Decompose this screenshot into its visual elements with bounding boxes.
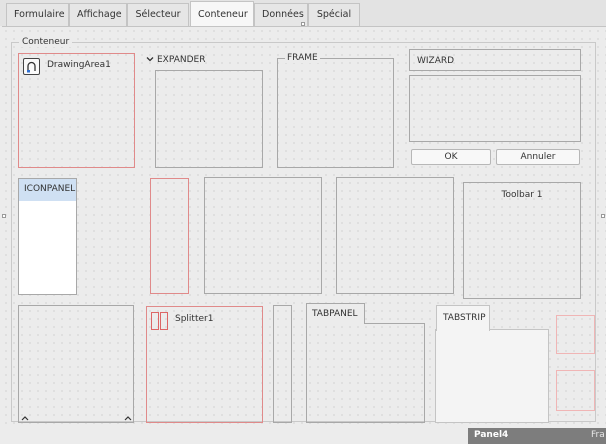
tab-formulaire[interactable]: Formulaire	[6, 3, 69, 26]
group-box-title: Conteneur	[19, 37, 73, 47]
wizard-header[interactable]: WIZARD	[409, 49, 581, 71]
selected-container[interactable]	[150, 178, 189, 294]
expander-label: EXPANDER	[157, 55, 206, 65]
splitter-icon-left	[151, 312, 159, 330]
resize-handle-right[interactable]	[601, 214, 605, 218]
tabpanel-label: TABPANEL	[312, 309, 358, 319]
tab-affichage[interactable]: Affichage	[69, 3, 127, 26]
panel-label: Panel4	[474, 430, 509, 440]
tabpanel-tab[interactable]: TABPANEL	[306, 303, 365, 324]
tab-conteneur[interactable]: Conteneur	[190, 1, 254, 27]
small-placeholder-bottom[interactable]	[556, 370, 595, 411]
splitter[interactable]: Splitter1	[146, 306, 263, 423]
drawing-area-icon	[23, 58, 40, 75]
toolbar-label: Toolbar 1	[501, 190, 543, 200]
ok-button[interactable]: OK	[411, 149, 491, 165]
drawing-area-label: DrawingArea1	[47, 60, 111, 70]
resize-handle-left[interactable]	[2, 214, 6, 218]
tab-special[interactable]: Spécial	[308, 3, 360, 26]
frame[interactable]	[277, 58, 394, 168]
tab-donnees[interactable]: Données	[254, 3, 308, 26]
cancel-button[interactable]: Annuler	[496, 149, 580, 165]
toolbar-container[interactable]: Toolbar 1	[463, 182, 581, 299]
expander-chevron-icon[interactable]	[146, 55, 154, 66]
panel-bar[interactable]: Panel4 Fra	[468, 428, 606, 444]
drawing-area[interactable]: DrawingArea1	[18, 53, 135, 168]
iconpanel-label: ICONPANEL	[24, 184, 76, 194]
panel-trailing-label: Fra	[591, 430, 605, 440]
panel-container[interactable]	[204, 177, 322, 294]
scroll-up-icon[interactable]	[124, 414, 132, 424]
splitter-label: Splitter1	[175, 314, 214, 324]
scrollbox[interactable]	[18, 305, 134, 423]
wizard-page[interactable]	[409, 75, 581, 142]
tabstrip-tab[interactable]: TABSTRIP	[436, 305, 490, 331]
tabstrip-label: TABSTRIP	[443, 313, 486, 323]
vertical-splitter-bar[interactable]	[273, 305, 292, 423]
iconpanel[interactable]: ICONPANEL	[18, 178, 77, 295]
wizard-label: WIZARD	[417, 56, 455, 66]
scroll-up-icon[interactable]	[21, 414, 29, 424]
tabpanel-body[interactable]	[306, 323, 425, 423]
tab-selecteur[interactable]: Sélecteur	[127, 3, 189, 26]
frame-label: FRAME	[285, 53, 320, 63]
tabstrip-body[interactable]	[435, 329, 549, 423]
small-placeholder-top[interactable]	[556, 315, 595, 354]
iconpanel-header[interactable]: ICONPANEL	[19, 179, 76, 201]
splitter-icon-right	[160, 312, 168, 330]
panel-container-2[interactable]	[336, 177, 454, 294]
expander-content[interactable]	[155, 70, 263, 168]
resize-handle-top[interactable]	[301, 22, 305, 26]
